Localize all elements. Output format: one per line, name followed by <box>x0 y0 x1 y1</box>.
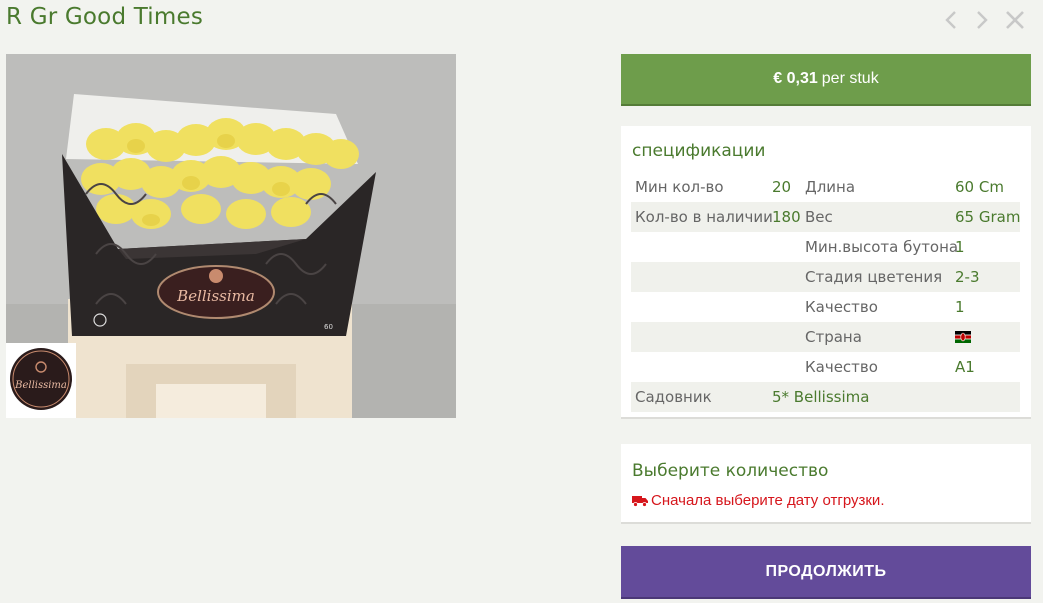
shipping-date-warning: Сначала выберите дату отгрузки. <box>632 492 884 509</box>
spec-row: Мин кол-во 20 Длина 60 Cm <box>631 172 1020 202</box>
price-unit: per stuk <box>821 70 879 87</box>
kenya-flag-icon <box>955 330 971 343</box>
spec-label: Мин.высота бутона <box>805 238 959 256</box>
spec-value <box>955 322 971 352</box>
chevron-right-icon <box>975 10 989 30</box>
spec-row: Качество A1 <box>631 352 1020 382</box>
box-count-text: 60 <box>324 323 333 331</box>
spec-row: Садовник 5* Bellissima <box>631 382 1020 412</box>
warning-text: Сначала выберите дату отгрузки. <box>651 492 885 509</box>
truck-icon <box>632 495 648 507</box>
specifications-card: спецификации Мин кол-во 20 Длина 60 Cm К… <box>621 126 1031 419</box>
spec-label: Стадия цветения <box>805 268 943 286</box>
specifications-title: спецификации <box>632 141 766 161</box>
spec-label: Страна <box>805 328 862 346</box>
price-button[interactable]: € 0,31 per stuk <box>621 54 1031 106</box>
spec-value: 20 <box>772 178 792 196</box>
spec-value: 2-3 <box>955 268 980 286</box>
next-button[interactable] <box>970 8 994 32</box>
spec-value: 5* Bellissima <box>772 388 870 406</box>
chevron-left-icon <box>944 10 958 30</box>
spec-label: Мин кол-во <box>635 178 724 196</box>
spec-value: A1 <box>955 358 975 376</box>
spec-value: 1 <box>955 238 965 256</box>
spec-label: Качество <box>805 358 878 376</box>
spec-row: Кол-во в наличии 180 Вес 65 Gram <box>631 202 1020 232</box>
box-brand-text: Bellissima <box>176 287 255 305</box>
spec-label: Садовник <box>635 388 712 406</box>
spec-value: 180 <box>772 208 801 226</box>
quantity-title: Выберите количество <box>632 461 829 481</box>
close-icon <box>1005 10 1025 30</box>
spec-value: 60 Cm <box>955 178 1004 196</box>
spec-label: Вес <box>805 208 833 226</box>
spec-value: 1 <box>955 298 965 316</box>
thumb-brand-text: Bellissima <box>14 380 67 391</box>
spec-label: Качество <box>805 298 878 316</box>
spec-row: Страна <box>631 322 1020 352</box>
previous-button[interactable] <box>939 8 963 32</box>
quantity-card: Выберите количество Сначала выберите дат… <box>621 444 1031 524</box>
brand-logo-thumbnail: Bellissima <box>6 343 76 418</box>
continue-button[interactable]: ПРОДОЛЖИТЬ <box>621 546 1031 599</box>
spec-row: Мин.высота бутона 1 <box>631 232 1020 262</box>
spec-row: Стадия цветения 2-3 <box>631 262 1020 292</box>
spec-label: Кол-во в наличии <box>635 208 773 226</box>
spec-row: Качество 1 <box>631 292 1020 322</box>
price-amount: € 0,31 <box>773 70 818 87</box>
spec-value: 65 Gram <box>955 208 1021 226</box>
close-button[interactable] <box>1003 8 1027 32</box>
product-title: R Gr Good Times <box>6 4 204 30</box>
spec-label: Длина <box>805 178 856 196</box>
product-photo[interactable]: Bellissima 60 Bellissima <box>6 54 456 418</box>
